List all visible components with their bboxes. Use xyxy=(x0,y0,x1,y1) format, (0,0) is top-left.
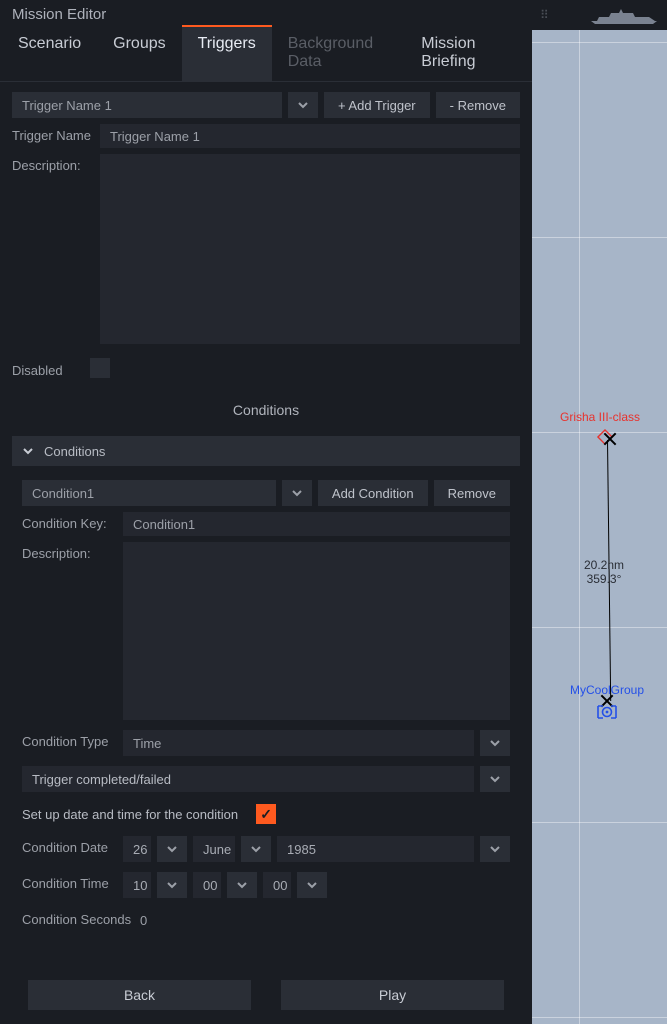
map-gridline xyxy=(532,42,667,43)
condition-select-dropdown[interactable] xyxy=(282,480,312,506)
map-gridline xyxy=(532,627,667,628)
remove-condition-button[interactable]: Remove xyxy=(434,480,510,506)
date-month-input[interactable]: June xyxy=(193,836,235,862)
condition-type-label: Condition Type xyxy=(22,730,117,756)
date-day-input[interactable]: 26 xyxy=(123,836,151,862)
time-minute-dropdown[interactable] xyxy=(227,872,257,898)
distance-label: 20.2nm xyxy=(564,558,644,572)
time-second-dropdown[interactable] xyxy=(297,872,327,898)
tab-triggers[interactable]: Triggers xyxy=(182,25,272,81)
time-hour-dropdown[interactable] xyxy=(157,872,187,898)
trigger-desc-label: Description: xyxy=(12,154,94,344)
tab-groups[interactable]: Groups xyxy=(97,25,181,81)
date-day-dropdown[interactable] xyxy=(157,836,187,862)
chevron-down-icon xyxy=(236,879,248,891)
unit-a-label: Grisha III-class xyxy=(540,410,660,424)
unit-b-marker[interactable] xyxy=(595,700,619,727)
tab-mission-briefing[interactable]: Mission Briefing xyxy=(405,25,530,81)
tab-scenario[interactable]: Scenario xyxy=(2,25,97,81)
chevron-down-icon xyxy=(22,445,34,457)
footer-bar: Back Play xyxy=(0,970,532,1024)
x-mark-icon xyxy=(603,432,617,446)
measurement-readout: 20.2nm 359.3° xyxy=(564,558,644,586)
trigger-select[interactable]: Trigger Name 1 xyxy=(12,92,282,118)
chevron-down-icon xyxy=(166,879,178,891)
conditions-header-label: Conditions xyxy=(44,444,105,459)
time-minute-input[interactable]: 00 xyxy=(193,872,221,898)
trigger-name-label: Trigger Name xyxy=(12,124,94,148)
friendly-unit-icon xyxy=(595,700,619,724)
date-month-dropdown[interactable] xyxy=(241,836,271,862)
editor-content: Trigger Name 1 + Add Trigger - Remove Tr… xyxy=(0,82,532,970)
trigger-desc-textarea[interactable] xyxy=(100,154,520,344)
time-second-input[interactable]: 00 xyxy=(263,872,291,898)
ship-silhouette-icon xyxy=(589,5,659,25)
condition-desc-label: Description: xyxy=(22,542,117,720)
conditions-collapser[interactable]: Conditions xyxy=(12,436,520,466)
tab-background-data: Background Data xyxy=(272,25,406,81)
trigger-select-dropdown[interactable] xyxy=(288,92,318,118)
remove-trigger-button[interactable]: - Remove xyxy=(436,92,520,118)
add-trigger-button[interactable]: + Add Trigger xyxy=(324,92,430,118)
time-hour-input[interactable]: 10 xyxy=(123,872,151,898)
map-canvas[interactable]: Grisha III-class 20.2nm 359.3° MyCoolGro… xyxy=(532,30,667,1024)
condition-time-label: Condition Time xyxy=(22,872,117,898)
condition-desc-textarea[interactable] xyxy=(123,542,510,720)
chevron-down-icon xyxy=(166,843,178,855)
condition-seconds-input[interactable]: 0 xyxy=(138,908,510,932)
condition-select[interactable]: Condition1 xyxy=(22,480,276,506)
date-year-dropdown[interactable] xyxy=(480,836,510,862)
tab-bar: Scenario Groups Triggers Background Data… xyxy=(0,25,532,82)
chevron-down-icon xyxy=(489,773,501,785)
condition-date-label: Condition Date xyxy=(22,836,117,862)
setup-date-checkbox[interactable] xyxy=(256,804,276,824)
chevron-down-icon xyxy=(489,737,501,749)
map-topbar: ⠿ xyxy=(532,0,667,30)
bearing-label: 359.3° xyxy=(564,572,644,586)
disabled-checkbox[interactable] xyxy=(90,358,110,378)
condition-key-input[interactable]: Condition1 xyxy=(123,512,510,536)
drag-grip-icon[interactable]: ⠿ xyxy=(540,8,551,22)
condition-key-label: Condition Key: xyxy=(22,512,117,536)
map-gridline xyxy=(532,237,667,238)
chevron-down-icon xyxy=(291,487,303,499)
trigger-name-input[interactable]: Trigger Name 1 xyxy=(100,124,520,148)
map-gridline xyxy=(579,30,580,1024)
trigger-completed-label: Trigger completed/failed xyxy=(32,772,171,787)
map-gridline xyxy=(532,822,667,823)
conditions-section-title: Conditions xyxy=(12,402,520,418)
date-year-input[interactable]: 1985 xyxy=(277,836,474,862)
chevron-down-icon xyxy=(250,843,262,855)
trigger-completed-dropdown[interactable] xyxy=(480,766,510,792)
chevron-down-icon xyxy=(489,843,501,855)
condition-type-select[interactable]: Time xyxy=(123,730,474,756)
trigger-completed-select[interactable]: Trigger completed/failed xyxy=(22,766,474,792)
condition-type-dropdown[interactable] xyxy=(480,730,510,756)
play-button[interactable]: Play xyxy=(281,980,504,1010)
disabled-label: Disabled xyxy=(12,359,84,378)
chevron-down-icon xyxy=(306,879,318,891)
back-button[interactable]: Back xyxy=(28,980,251,1010)
chevron-down-icon xyxy=(297,99,309,111)
add-condition-button[interactable]: Add Condition xyxy=(318,480,428,506)
condition-seconds-label: Condition Seconds xyxy=(22,908,132,932)
map-panel[interactable]: ⠿ Grisha III-class xyxy=(532,0,667,1024)
app-title: Mission Editor xyxy=(0,0,532,25)
setup-date-label: Set up date and time for the condition xyxy=(22,807,238,822)
map-gridline xyxy=(532,1017,667,1018)
